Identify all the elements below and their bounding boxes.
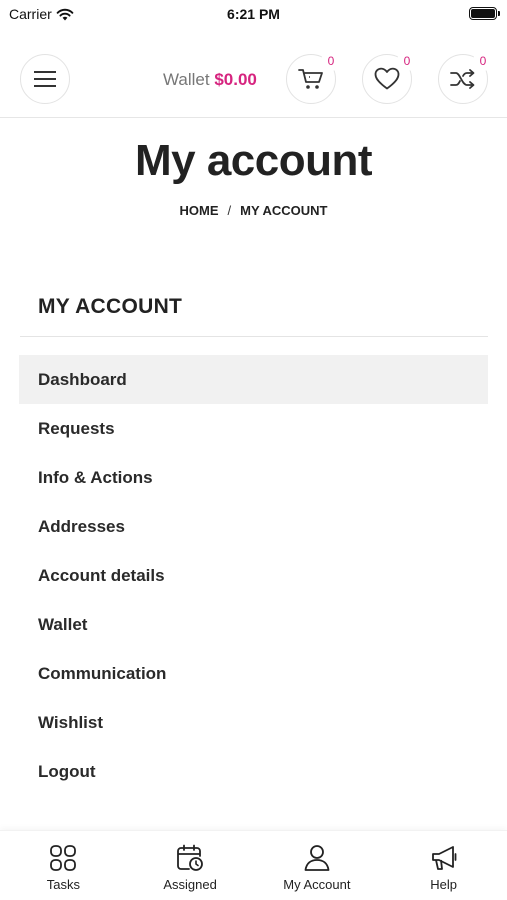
status-bar: Carrier 6:21 PM (0, 0, 507, 28)
megaphone-icon (431, 846, 457, 870)
account-nav-divider (20, 336, 488, 337)
breadcrumb: HOME / MY ACCOUNT (0, 203, 507, 218)
account-nav-item-wishlist[interactable]: Wishlist (19, 698, 488, 747)
tab-assigned[interactable]: Assigned (127, 831, 254, 900)
hamburger-icon (34, 71, 56, 87)
menu-button[interactable] (20, 54, 70, 104)
account-nav-heading: MY ACCOUNT (38, 295, 183, 318)
cart-button[interactable]: 0 (286, 51, 341, 104)
breadcrumb-separator: / (227, 203, 232, 218)
account-nav-item-addresses[interactable]: Addresses (19, 502, 488, 551)
tab-my-account-label: My Account (283, 877, 351, 892)
compare-button[interactable]: 0 (438, 51, 493, 104)
account-nav-item-info-actions[interactable]: Info & Actions (19, 453, 488, 502)
tab-assigned-label: Assigned (163, 877, 217, 892)
wallet-balance[interactable]: Wallet $0.00 (163, 70, 257, 90)
battery-icon (469, 7, 500, 20)
tab-my-account[interactable]: My Account (254, 831, 381, 900)
bottom-tab-bar: Tasks Assigned My Account Help (0, 830, 507, 900)
compare-count-badge: 0 (473, 51, 493, 71)
account-nav-item-communication[interactable]: Communication (19, 649, 488, 698)
account-nav-list: Dashboard Requests Info & Actions Addres… (19, 355, 488, 796)
calendar-clock-icon (177, 844, 204, 871)
account-nav-item-logout[interactable]: Logout (19, 747, 488, 796)
cart-count-badge: 0 (321, 51, 341, 71)
wallet-label: Wallet (163, 70, 210, 89)
breadcrumb-home-link[interactable]: HOME (179, 203, 218, 218)
app-header: Wallet $0.00 0 0 0 (0, 51, 507, 106)
tab-help-label: Help (430, 877, 457, 892)
page-title: My account (134, 136, 373, 185)
account-nav-item-account-details[interactable]: Account details (19, 551, 488, 600)
wishlist-button[interactable]: 0 (362, 51, 417, 104)
shuffle-icon (450, 69, 475, 89)
header-divider (0, 117, 507, 118)
wallet-amount: $0.00 (214, 70, 257, 89)
cart-icon (298, 69, 323, 89)
grid-icon (50, 845, 77, 871)
heart-icon (374, 67, 400, 90)
account-nav-item-requests[interactable]: Requests (19, 404, 488, 453)
user-icon (304, 845, 330, 871)
account-nav-item-wallet[interactable]: Wallet (19, 600, 488, 649)
breadcrumb-current: MY ACCOUNT (240, 203, 328, 218)
wishlist-count-badge: 0 (397, 51, 417, 71)
account-nav-item-dashboard[interactable]: Dashboard (19, 355, 488, 404)
tab-tasks-label: Tasks (46, 877, 80, 892)
status-time: 6:21 PM (227, 6, 280, 22)
tab-help[interactable]: Help (380, 831, 507, 900)
tab-tasks[interactable]: Tasks (0, 831, 127, 900)
